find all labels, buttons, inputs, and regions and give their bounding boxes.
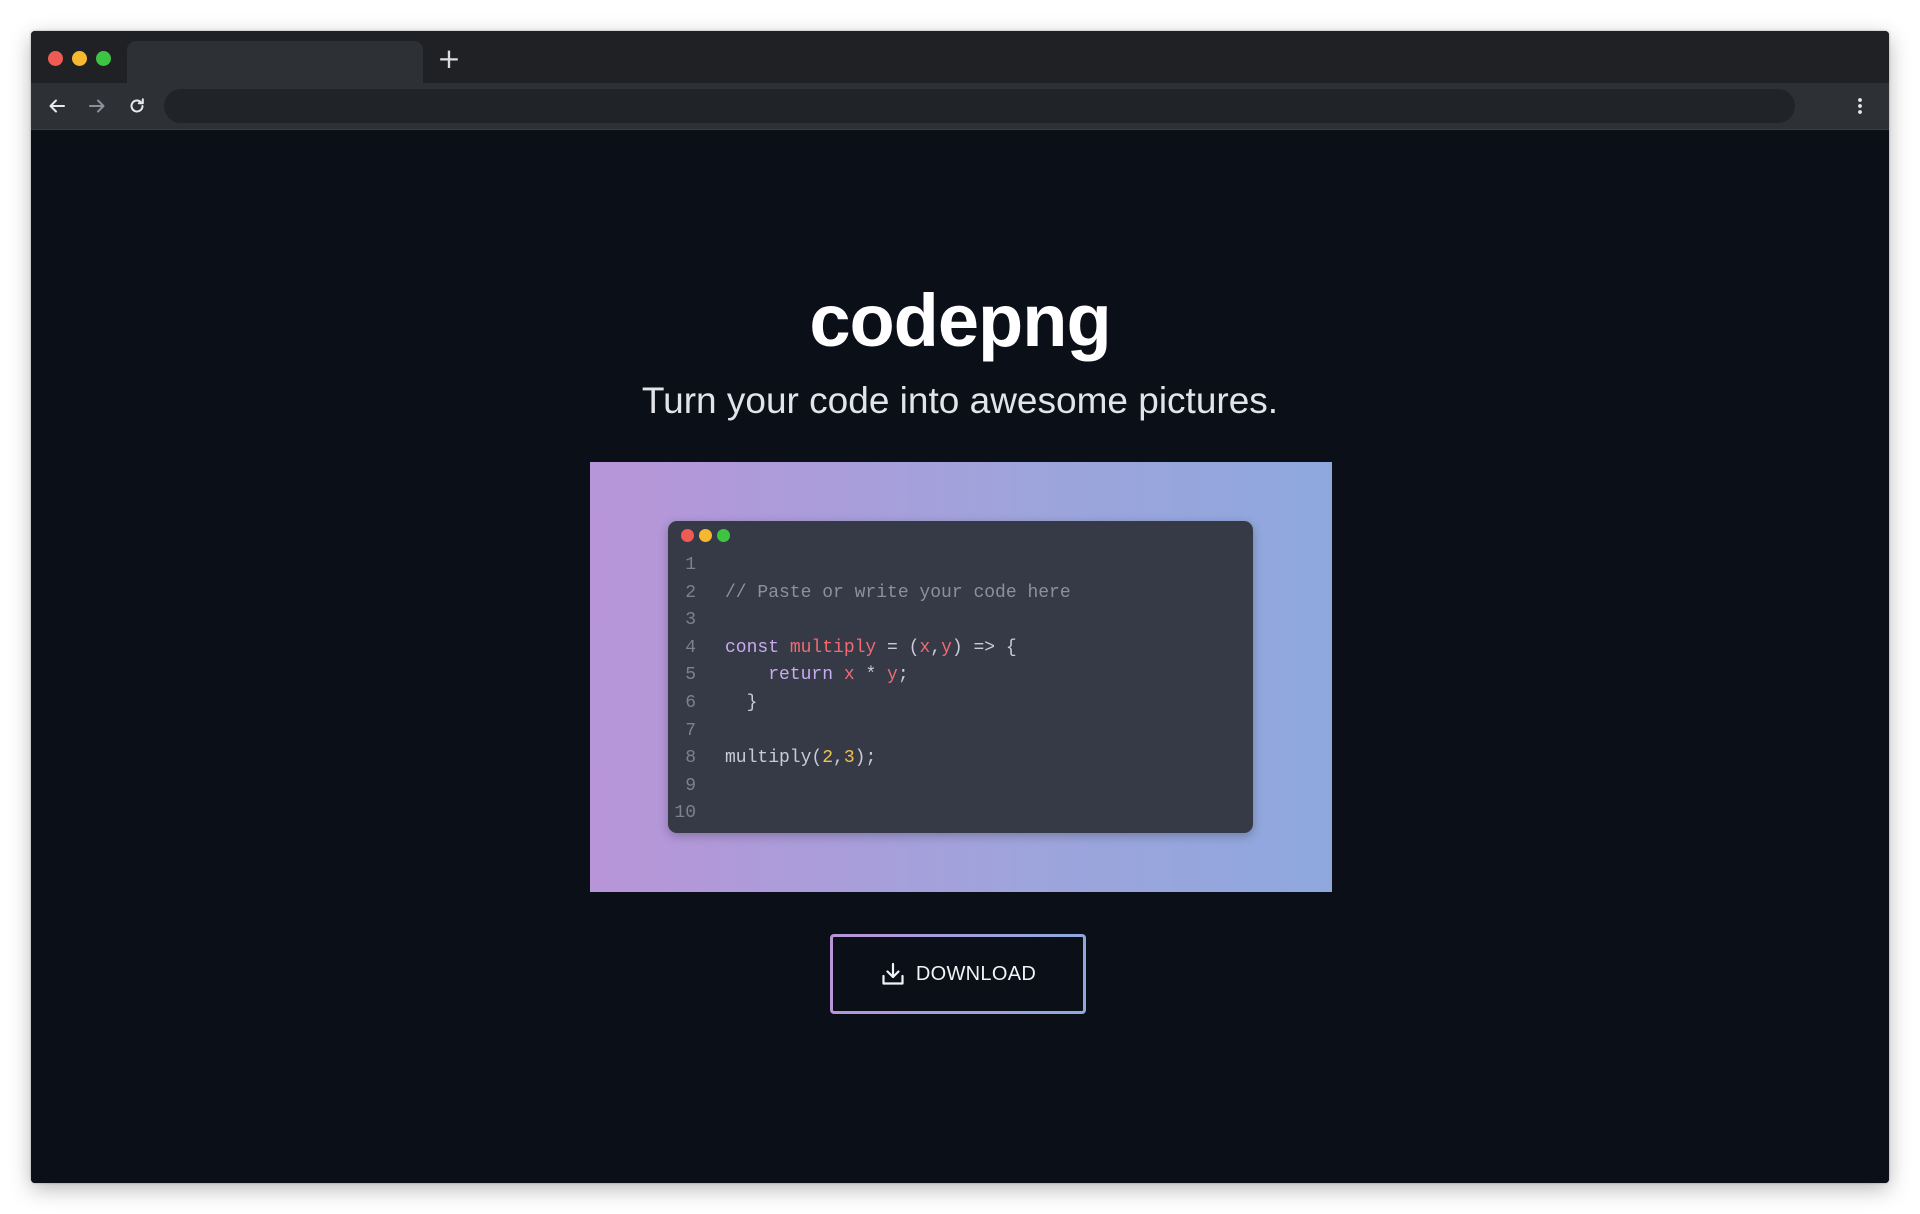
code-text: const multiply = (x,y) => { [725, 635, 1017, 663]
line-number: 1 [685, 555, 696, 575]
close-window-button[interactable] [48, 51, 63, 66]
code-token: multiply( [725, 748, 823, 769]
arrow-left-icon [49, 99, 65, 113]
arrow-right-icon [89, 99, 105, 113]
code-token: , [833, 748, 844, 769]
code-token: multiply [789, 637, 877, 658]
line-number: 9 [685, 775, 696, 796]
page-subtitle: Turn your code into awesome pictures. [641, 380, 1279, 421]
download-button[interactable]: DOWNLOAD [830, 934, 1086, 1014]
code-token: const [725, 637, 790, 658]
download-label: DOWNLOAD [915, 962, 1037, 985]
line-number: 10 [674, 803, 696, 824]
line-number: 8 [685, 748, 696, 769]
code-token: * [854, 665, 888, 686]
code-line: 10 [668, 800, 1253, 828]
forward-button[interactable] [82, 91, 112, 121]
line-number: 2 [685, 582, 696, 603]
code-token: y [887, 665, 898, 686]
code-token: x [843, 665, 855, 686]
address-bar[interactable] [164, 89, 1795, 123]
code-token: return [725, 665, 844, 686]
code-token: y [941, 637, 952, 658]
code-token: } [725, 692, 758, 713]
tab-strip: + [31, 31, 1889, 83]
code-lines: 1 2 // Paste or write your code here 3 4 cons… [668, 552, 1253, 828]
code-text: multiply(2,3); [725, 745, 876, 773]
line-number: 4 [685, 637, 696, 658]
line-number: 7 [685, 720, 696, 741]
back-button[interactable] [42, 91, 72, 121]
code-token: ; [897, 665, 909, 686]
maximize-window-button[interactable] [96, 51, 111, 66]
code-text: } [725, 690, 758, 718]
line-number: 5 [685, 665, 696, 686]
line-number: 6 [685, 692, 696, 713]
tab-active[interactable] [127, 41, 423, 83]
code-line: 3 [668, 607, 1253, 635]
code-line: 2 // Paste or write your code here [668, 580, 1253, 608]
editor-dot-red [681, 529, 694, 542]
code-line: 8 multiply(2,3); [668, 745, 1253, 773]
page-content: codepng Turn your code into awesome pict… [31, 130, 1889, 1183]
browser-toolbar [31, 83, 1889, 130]
code-editor[interactable]: 1 2 // Paste or write your code here 3 4 cons… [668, 521, 1253, 833]
code-token: // Paste or write your code here [725, 582, 1071, 603]
code-token: , [930, 637, 942, 658]
more-vertical-icon [1858, 98, 1862, 114]
reload-icon [130, 98, 144, 113]
code-token: = ( [876, 637, 920, 658]
code-line: 6 } [668, 690, 1253, 718]
download-icon [882, 962, 904, 985]
new-tab-button[interactable]: + [434, 44, 464, 74]
code-line: 5 return x * y; [668, 662, 1253, 690]
browser-menu-button[interactable] [1845, 91, 1875, 121]
code-line: 9 [668, 773, 1253, 801]
code-token: x [919, 637, 931, 658]
code-line: 7 [668, 718, 1253, 746]
code-token: ); [854, 748, 877, 769]
reload-button[interactable] [122, 91, 152, 121]
browser-window: + codepng Turn your code into awesome pi… [31, 31, 1889, 1183]
line-number: 3 [685, 610, 696, 631]
code-text: // Paste or write your code here [725, 580, 1071, 608]
editor-dot-yellow [699, 529, 712, 542]
code-token: 2 [822, 748, 834, 769]
editor-dot-green [717, 529, 730, 542]
code-preview-canvas: 1 2 // Paste or write your code here 3 4 cons… [590, 462, 1332, 892]
code-token: ) => { [951, 637, 1017, 658]
code-text: return x * y; [725, 662, 909, 690]
code-token: 3 [843, 748, 855, 769]
page-title: codepng [809, 279, 1111, 362]
code-line: 1 [668, 552, 1253, 580]
minimize-window-button[interactable] [72, 51, 87, 66]
code-line: 4 const multiply = (x,y) => { [668, 635, 1253, 663]
